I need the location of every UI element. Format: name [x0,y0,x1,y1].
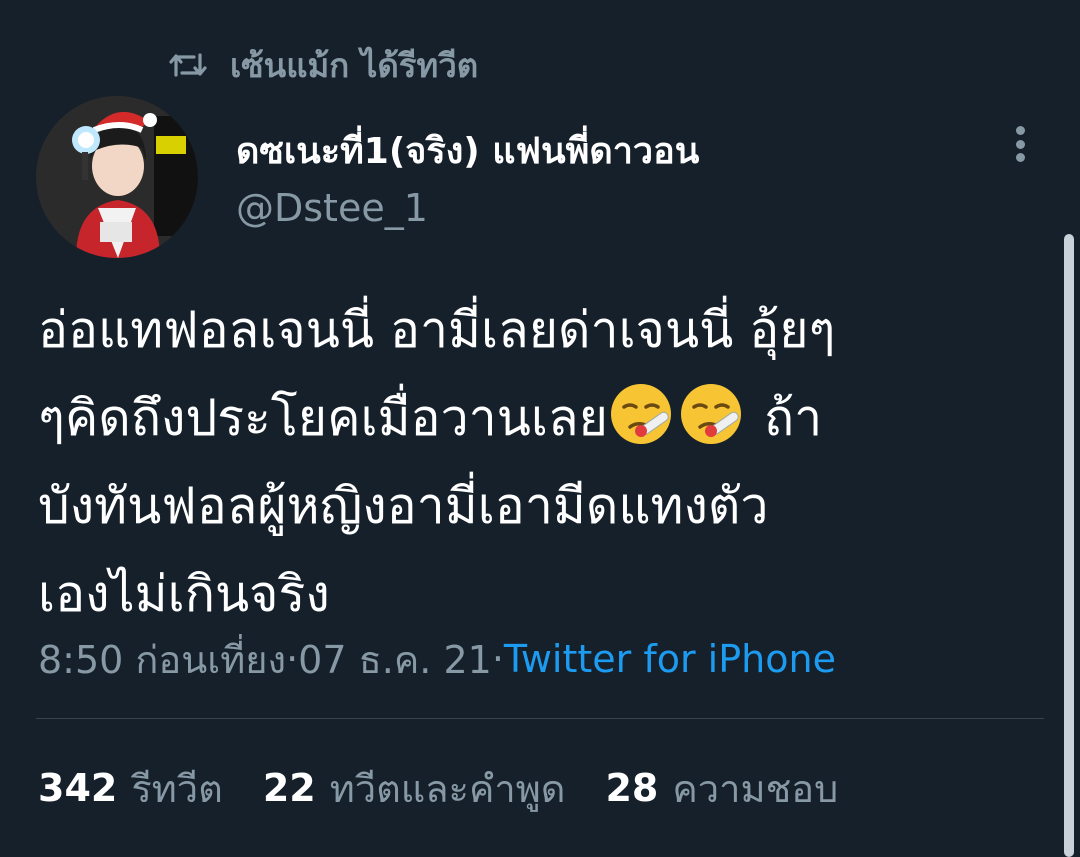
retweeted-by-label: เซ้นแม้ก ได้รีทวีต [230,45,479,85]
more-dot [1015,139,1025,149]
retweets-count: 342 [38,766,118,810]
meta-separator: · [491,637,504,681]
more-options-button[interactable] [1006,124,1034,164]
retweet-icon [168,45,208,85]
tweet-date[interactable]: 07 ธ.ค. 21 [298,629,492,690]
retweets-label: รีทวีต [131,766,223,811]
tweet-text-line: เองไม่เกินจริง [38,565,330,623]
quotes-count: 22 [262,766,316,810]
tweet-text-line: ๆคิดถึงประโยคเมื่อวานเลย ถ้า [38,374,1048,462]
tweet-source-link[interactable]: Twitter for iPhone [504,637,836,681]
tweet-time[interactable]: 8:50 ก่อนเที่ยง [38,629,286,690]
face-with-thermometer-icon [678,381,744,447]
quotes-label: ทวีตและคำพูด [329,766,566,811]
author-display-name[interactable]: ดซเนะที่1(จริง) แฟนพี่ดาวอน [236,122,699,179]
retweets-stat[interactable]: 342 รีทวีต [38,758,223,819]
tweet-text-segment: ถ้า [747,389,823,447]
tweet-text-line: อ่อแทฟอลเจนนี่ อามี่เลยด่าเจนนี่ อุ้ยๆ [38,301,836,359]
tweet-text: อ่อแทฟอลเจนนี่ อามี่เลยด่าเจนนี่ อุ้ยๆ ๆ… [38,286,1048,638]
tweet-detail-screen: เซ้นแม้ก ได้รีทวีต ดซเนะที่1(จริง) แฟนพี… [0,0,1080,857]
avatar[interactable] [36,96,198,258]
face-with-thermometer-icon [608,381,674,447]
tweet-stats: 342 รีทวีต 22 ทวีตและคำพูด 28 ความชอบ [38,760,878,816]
likes-stat[interactable]: 28 ความชอบ [605,758,838,819]
retweet-context[interactable]: เซ้นแม้ก ได้รีทวีต [168,44,478,86]
more-dot [1015,153,1025,162]
scrollbar[interactable] [1064,234,1074,857]
divider [36,718,1044,719]
likes-label: ความชอบ [672,766,839,811]
author-handle[interactable]: @Dstee_1 [236,186,428,230]
tweet-meta: 8:50 ก่อนเที่ยง · 07 ธ.ค. 21 · Twitter f… [38,632,836,686]
likes-count: 28 [605,766,659,810]
tweet-text-segment: ๆคิดถึงประโยคเมื่อวานเลย [38,389,608,447]
meta-separator: · [286,637,299,681]
tweet-text-line: บังทันฟอลผู้หญิงอามี่เอามีดแทงตัว [38,477,769,535]
more-dot [1015,126,1025,135]
quotes-stat[interactable]: 22 ทวีตและคำพูด [263,758,566,819]
